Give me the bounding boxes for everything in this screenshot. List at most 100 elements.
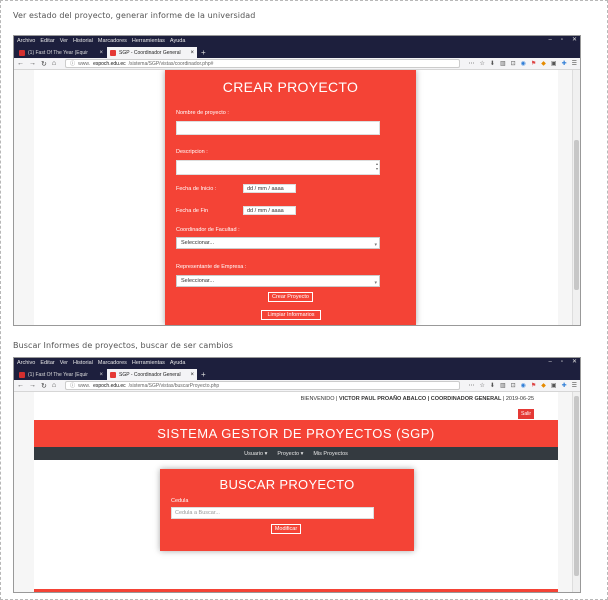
- clear-form-button[interactable]: Limpiar Informarios: [261, 310, 321, 320]
- menu-marcadores[interactable]: Marcadores: [98, 38, 127, 44]
- minimize-icon[interactable]: –: [548, 358, 551, 367]
- back-icon[interactable]: ←: [17, 60, 24, 67]
- extension-orange-icon[interactable]: ◆: [541, 382, 546, 389]
- select-value: Seleccionar...: [181, 278, 215, 284]
- new-tab-button[interactable]: +: [198, 47, 209, 58]
- hamburger-menu-icon[interactable]: ☰: [572, 60, 577, 67]
- url-domain: espoch.edu.ec: [93, 382, 126, 389]
- scrollbar-thumb[interactable]: [574, 396, 579, 576]
- extension-icon[interactable]: ▣: [551, 382, 557, 389]
- bookmark-star-icon[interactable]: ☆: [480, 382, 485, 389]
- extension-blue-icon[interactable]: ◉: [521, 60, 526, 67]
- info-icon: ⓘ: [70, 383, 76, 389]
- main-navigation: Usuario ▾ Proyecto ▾ Mis Proyectos: [34, 447, 558, 460]
- cedula-search-input[interactable]: Cedula a Buscar...: [171, 507, 374, 519]
- tab-youtube[interactable]: (1) Fast Of The Year (Equir ×: [16, 47, 106, 58]
- sidebar-icon[interactable]: ⊡: [511, 382, 516, 389]
- downloads-icon[interactable]: ⬇: [490, 60, 495, 67]
- scrollbar-thumb[interactable]: [574, 140, 579, 290]
- textarea-resize-icon: ▴ ▾: [375, 161, 378, 171]
- maximize-icon[interactable]: ▫: [561, 358, 563, 367]
- extension-plus-icon[interactable]: ✚: [562, 60, 567, 67]
- select-value: Seleccionar...: [181, 240, 215, 246]
- maximize-icon[interactable]: ▫: [561, 36, 563, 45]
- extension-red-icon[interactable]: ⚑: [531, 382, 536, 389]
- menu-editar[interactable]: Editar: [40, 38, 54, 44]
- new-tab-button[interactable]: +: [198, 369, 209, 380]
- tab-label: SGP - Coordinador General: [119, 371, 181, 378]
- faculty-coordinator-select[interactable]: Seleccionar... ▾: [176, 237, 380, 249]
- url-prefix: www.: [78, 382, 91, 389]
- end-date-input[interactable]: dd / mm / aaaa: [243, 206, 296, 215]
- menu-ver[interactable]: Ver: [60, 38, 68, 44]
- url-bar[interactable]: ⓘ www. espoch.edu.ec/sistema/SGP/vistas/b…: [65, 381, 460, 390]
- tab-sgp[interactable]: SGP - Coordinador General ×: [107, 47, 197, 58]
- extension-orange-icon[interactable]: ◆: [541, 60, 546, 67]
- close-tab-icon[interactable]: ×: [190, 50, 194, 56]
- page-actions-icon[interactable]: ⋯: [469, 60, 475, 67]
- label-end-date: Fecha de Fin: [176, 208, 209, 214]
- minimize-icon[interactable]: –: [548, 36, 551, 45]
- start-date-input[interactable]: dd / mm / aaaa: [243, 184, 296, 193]
- menu-historial[interactable]: Historial: [73, 38, 93, 44]
- nav-mis-proyectos[interactable]: Mis Proyectos: [313, 451, 348, 457]
- extension-blue-icon[interactable]: ◉: [521, 382, 526, 389]
- menu-ayuda[interactable]: Ayuda: [170, 38, 186, 44]
- forward-icon[interactable]: →: [29, 382, 36, 389]
- library-icon[interactable]: ▥: [500, 60, 506, 67]
- vertical-scrollbar[interactable]: [572, 70, 580, 325]
- library-icon[interactable]: ▥: [500, 382, 506, 389]
- menu-editar[interactable]: Editar: [40, 360, 54, 366]
- menu-herramientas[interactable]: Herramientas: [132, 38, 165, 44]
- tab-label: SGP - Coordinador General: [119, 49, 181, 56]
- back-icon[interactable]: ←: [17, 382, 24, 389]
- close-tab-icon[interactable]: ×: [99, 372, 103, 378]
- extension-red-icon[interactable]: ⚑: [531, 60, 536, 67]
- nav-usuario[interactable]: Usuario ▾: [244, 451, 267, 457]
- browser-window-search-project: Archivo Editar Ver Historial Marcadores …: [13, 357, 581, 593]
- logout-button[interactable]: Salir: [517, 409, 534, 419]
- project-name-input[interactable]: [176, 121, 380, 135]
- page-content: BIENVENIDO | VICTOR PAUL PROAÑO ABALCO |…: [34, 392, 558, 592]
- vertical-scrollbar[interactable]: [572, 392, 580, 592]
- window-controls: – ▫ ✕: [548, 36, 577, 45]
- youtube-favicon-icon: [19, 49, 25, 56]
- sidebar-icon[interactable]: ⊡: [511, 60, 516, 67]
- menu-herramientas[interactable]: Herramientas: [132, 360, 165, 366]
- downloads-icon[interactable]: ⬇: [490, 382, 495, 389]
- tab-youtube[interactable]: (1) Fast Of The Year (Equir ×: [16, 369, 106, 380]
- menu-historial[interactable]: Historial: [73, 360, 93, 366]
- home-icon[interactable]: ⌂: [52, 60, 56, 67]
- menu-ayuda[interactable]: Ayuda: [170, 360, 186, 366]
- description-textarea[interactable]: ▴ ▾: [176, 160, 380, 175]
- close-window-icon[interactable]: ✕: [572, 36, 577, 45]
- welcome-text: BIENVENIDO | VICTOR PAUL PROAÑO ABALCO |…: [301, 396, 534, 402]
- company-representative-select[interactable]: Seleccionar... ▾: [176, 275, 380, 287]
- hamburger-menu-icon[interactable]: ☰: [572, 382, 577, 389]
- page-viewport: CREAR PROYECTO Nombre de proyecto : Desc…: [14, 70, 580, 325]
- close-tab-icon[interactable]: ×: [99, 50, 103, 56]
- menu-archivo[interactable]: Archivo: [17, 360, 35, 366]
- close-window-icon[interactable]: ✕: [572, 358, 577, 367]
- nav-proyecto[interactable]: Proyecto ▾: [277, 451, 303, 457]
- close-tab-icon[interactable]: ×: [190, 372, 194, 378]
- page-actions-icon[interactable]: ⋯: [469, 382, 475, 389]
- reload-icon[interactable]: ↻: [41, 382, 47, 390]
- home-icon[interactable]: ⌂: [52, 382, 56, 389]
- url-bar[interactable]: ⓘ www. espoch.edu.ec/sistema/SGP/vistas/c…: [65, 59, 460, 68]
- tab-sgp[interactable]: SGP - Coordinador General ×: [107, 369, 197, 380]
- label-start-date: Fecha de Inicio :: [176, 186, 217, 192]
- menu-ver[interactable]: Ver: [60, 360, 68, 366]
- label-project-name: Nombre de proyecto :: [176, 110, 229, 116]
- create-project-button[interactable]: Crear Proyecto: [268, 292, 313, 302]
- menu-marcadores[interactable]: Marcadores: [98, 360, 127, 366]
- bookmark-star-icon[interactable]: ☆: [480, 60, 485, 67]
- reload-icon[interactable]: ↻: [41, 60, 47, 68]
- caption-top: Ver estado del proyecto, generar informe…: [13, 11, 256, 20]
- info-icon: ⓘ: [70, 61, 76, 67]
- menu-archivo[interactable]: Archivo: [17, 38, 35, 44]
- forward-icon[interactable]: →: [29, 60, 36, 67]
- extension-icon[interactable]: ▣: [551, 60, 557, 67]
- modify-button[interactable]: Modificar: [271, 524, 301, 534]
- extension-plus-icon[interactable]: ✚: [562, 382, 567, 389]
